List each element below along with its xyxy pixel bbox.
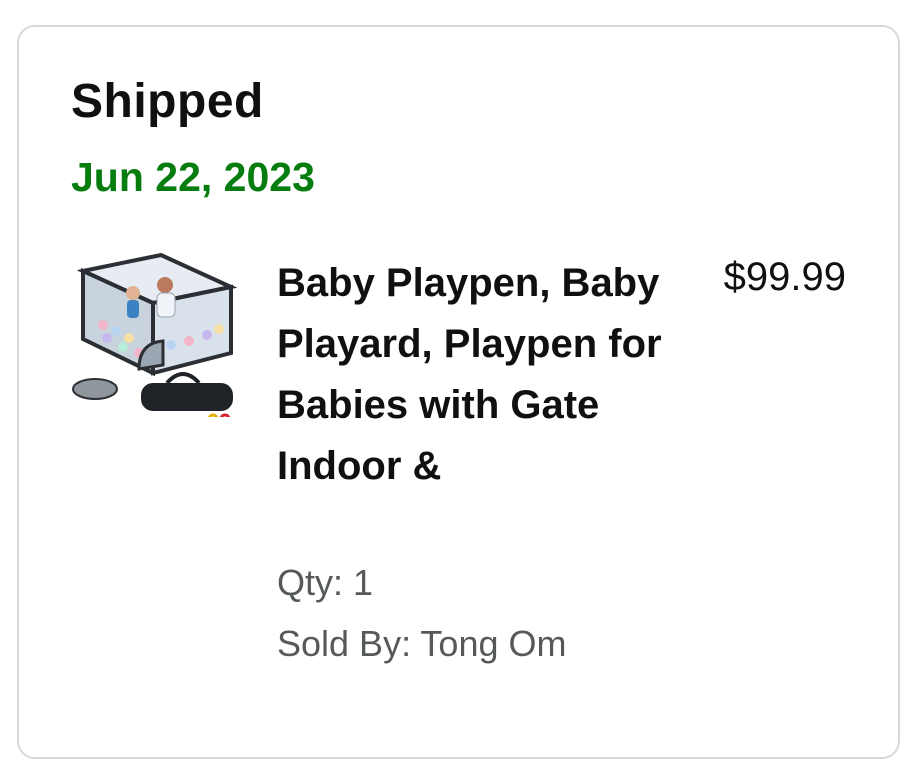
- product-title[interactable]: Baby Playpen, Baby Playard, Playpen for …: [277, 253, 677, 497]
- product-price: $99.99: [723, 255, 846, 299]
- playpen-illustration: [72, 252, 238, 425]
- seller-info: Sold By: Tong Om: [277, 623, 567, 664]
- shipment-status: Shipped: [71, 75, 264, 128]
- shipment-date: Jun 22, 2023: [71, 154, 315, 200]
- quantity: Qty: 1: [277, 562, 374, 603]
- order-card[interactable]: Shipped Jun 22, 2023 Baby Playpen, Baby …: [17, 25, 900, 759]
- product-image[interactable]: [71, 245, 238, 425]
